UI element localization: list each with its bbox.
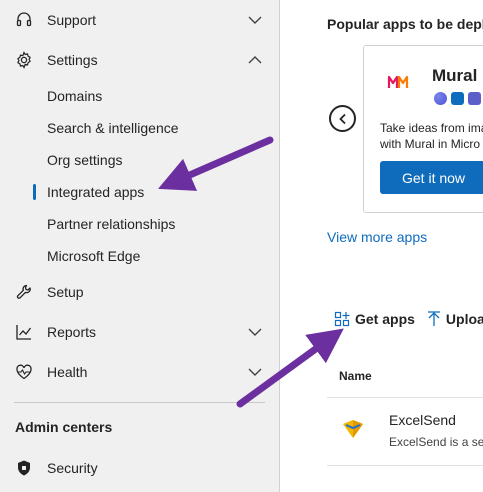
upload-label: Uploa <box>445 311 483 327</box>
table-row-description: ExcelSend is a serv <box>389 435 483 449</box>
column-header-name[interactable]: Name <box>339 369 372 383</box>
chevron-down-icon[interactable] <box>247 364 263 380</box>
table-row-name[interactable]: ExcelSend <box>389 412 456 428</box>
nav-item-support-label: Support <box>47 12 97 28</box>
supported-hosts <box>434 92 481 105</box>
left-navigation: Support Settings Domains Search & intell… <box>0 0 280 492</box>
nav-item-security-label: Security <box>47 460 98 476</box>
teams-icon <box>468 92 481 105</box>
nav-item-settings-label: Settings <box>47 52 98 68</box>
nav-item-setup[interactable]: Setup <box>0 276 279 308</box>
nav-subitem-label: Org settings <box>47 152 123 168</box>
app-card-description: Take ideas from ima with Mural in Micro <box>380 120 483 152</box>
view-more-apps-link[interactable]: View more apps <box>327 229 427 245</box>
outlook-icon <box>451 92 464 105</box>
get-apps-label: Get apps <box>355 311 415 327</box>
chevron-left-icon <box>338 113 346 124</box>
nav-subitem-partner-relationships[interactable]: Partner relationships <box>0 210 279 238</box>
nav-item-security[interactable]: Security <box>0 452 279 484</box>
nav-item-setup-label: Setup <box>47 284 84 300</box>
heart-pulse-icon <box>14 362 34 382</box>
nav-subitem-label: Partner relationships <box>47 216 176 232</box>
gear-icon <box>14 50 34 70</box>
nav-item-support[interactable]: Support <box>0 4 279 36</box>
nav-subitem-integrated-apps[interactable]: Integrated apps <box>0 178 279 206</box>
nav-subitem-label: Search & intelligence <box>47 120 179 136</box>
admin-centers-heading: Admin centers <box>15 419 113 435</box>
active-indicator <box>33 184 36 200</box>
nav-item-reports[interactable]: Reports <box>0 316 279 348</box>
shield-icon <box>14 458 34 478</box>
sidebar-divider <box>14 402 265 403</box>
headset-icon <box>14 10 34 30</box>
wrench-icon <box>14 282 34 302</box>
table-row-divider <box>327 465 483 466</box>
chart-line-icon <box>14 322 34 342</box>
nav-subitem-microsoft-edge[interactable]: Microsoft Edge <box>0 242 279 270</box>
carousel-previous-button[interactable] <box>329 105 356 132</box>
chevron-down-icon[interactable] <box>247 324 263 340</box>
app-card-description-line: Take ideas from ima <box>380 121 483 135</box>
nav-item-settings[interactable]: Settings <box>0 44 279 76</box>
get-it-now-button[interactable]: Get it now <box>380 161 483 194</box>
chevron-up-icon[interactable] <box>247 52 263 68</box>
chevron-down-icon[interactable] <box>247 12 263 28</box>
table-header-divider <box>327 397 483 398</box>
apps-toolbar: Get apps Uploa <box>334 308 483 330</box>
nav-item-reports-label: Reports <box>47 324 97 340</box>
app-card-mural[interactable]: Mural Take ideas from ima with Mural in … <box>363 45 483 213</box>
app-card-description-line: with Mural in Micro <box>380 137 481 151</box>
nav-subitem-org-settings[interactable]: Org settings <box>0 146 279 174</box>
upload-button[interactable]: Uploa <box>427 311 483 327</box>
nav-subitem-label: Microsoft Edge <box>47 248 141 264</box>
upload-arrow-icon <box>427 311 440 326</box>
nav-item-health-label: Health <box>47 364 88 380</box>
nav-subitem-search-intelligence[interactable]: Search & intelligence <box>0 114 279 142</box>
app-card-title: Mural <box>432 66 478 85</box>
nav-subitem-label: Integrated apps <box>47 184 145 200</box>
mural-logo-icon <box>387 75 409 88</box>
nav-item-health[interactable]: Health <box>0 356 279 388</box>
main-content: Popular apps to be deplo Mural Take idea… <box>280 0 483 492</box>
get-apps-button[interactable]: Get apps <box>334 311 415 327</box>
popular-apps-heading: Popular apps to be deplo <box>327 16 483 32</box>
nav-subitem-label: Domains <box>47 88 103 104</box>
nav-subitem-domains[interactable]: Domains <box>0 82 279 110</box>
copilot-icon <box>434 92 447 105</box>
apps-add-icon <box>334 311 350 327</box>
excelsend-app-icon <box>343 420 363 438</box>
